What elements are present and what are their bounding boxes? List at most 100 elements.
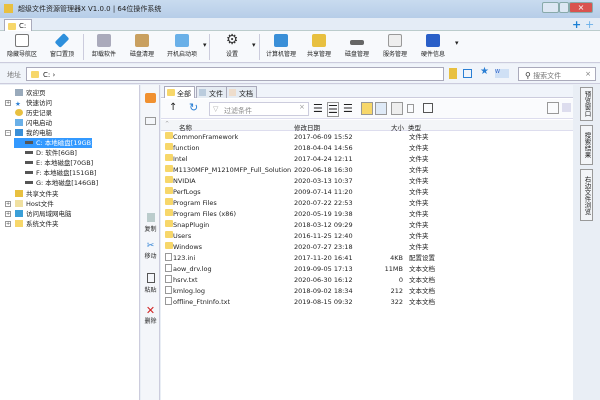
column-date[interactable]: 修改日期 xyxy=(294,122,320,132)
file-name: hsrv.txt xyxy=(173,276,198,284)
settings-button[interactable]: ⚙ 设置 xyxy=(214,32,250,62)
disk-cleanup-button[interactable]: 磁盘清理 xyxy=(124,32,160,62)
file-row[interactable]: aow_drv.log 2019-09-05 17:13 11MB 文本文档 xyxy=(161,264,573,275)
file-row[interactable]: PerfLogs 2009-07-14 11:20 文件夹 xyxy=(161,187,573,198)
uninstall-button[interactable]: 卸载软件 xyxy=(86,32,122,62)
tree-item-drive-d[interactable]: D: 软件[6GB] xyxy=(25,148,77,158)
file-row[interactable]: 123.ini 2017-11-20 16:41 4KB 配置设置 xyxy=(161,253,573,264)
folder-icon xyxy=(167,89,175,96)
file-size: 4KB xyxy=(390,254,403,262)
detail-view-icon[interactable] xyxy=(562,103,571,112)
close-button[interactable]: × xyxy=(569,2,593,13)
tab-files[interactable]: 文件 xyxy=(196,86,227,98)
tree-item-lan[interactable]: 访问局域网电脑 xyxy=(15,209,72,219)
tree-item-shared-folders[interactable]: 共享文件夹 xyxy=(15,189,59,199)
delete-button[interactable]: ✕ 删除 xyxy=(141,305,160,325)
file-row[interactable]: SnapPlugin 2018-03-12 09:29 文件夹 xyxy=(161,220,573,231)
open-external-icon[interactable] xyxy=(423,103,433,113)
add-tab-icon[interactable]: + xyxy=(572,18,581,31)
label: Host文件 xyxy=(26,200,54,208)
file-row[interactable]: Intel 2017-04-24 12:11 文件夹 xyxy=(161,154,573,165)
tree-item-drive-f[interactable]: F: 本地磁盘[151GB] xyxy=(25,168,96,178)
up-arrow-icon[interactable]: ↑ xyxy=(169,102,177,113)
tab-preview[interactable]: 预览窗口 xyxy=(580,87,593,121)
panel-toggle-icon[interactable] xyxy=(463,69,472,78)
file-row[interactable]: NVIDIA 2020-03-13 10:37 文件夹 xyxy=(161,176,573,187)
file-row[interactable]: Program Files (x86) 2020-05-19 19:38 文件夹 xyxy=(161,209,573,220)
tab-all[interactable]: 全部 xyxy=(164,86,195,98)
startup-button[interactable]: 开机启动项 xyxy=(162,32,202,62)
paste-button[interactable]: 粘贴 xyxy=(141,273,160,294)
copy-button[interactable]: 复制 xyxy=(141,213,160,233)
tree-item-flash-launch[interactable]: 闪电启动 xyxy=(15,118,52,128)
folder-icon xyxy=(165,187,173,194)
show-folders-toggle[interactable] xyxy=(361,102,373,115)
tree-item-system-folders[interactable]: 系统文件夹 xyxy=(15,219,59,229)
favorite-star-icon[interactable]: ★ xyxy=(480,66,489,77)
tree-item-drive-e[interactable]: E: 本地磁盘[70GB] xyxy=(25,158,93,168)
share-manage-button[interactable]: 共享管理 xyxy=(302,32,336,62)
tree-item-drive-g[interactable]: G: 本地磁盘[146GB] xyxy=(25,178,98,188)
word-icon[interactable]: W xyxy=(495,69,509,78)
file-row[interactable]: Users 2016-11-25 12:40 文件夹 xyxy=(161,231,573,242)
column-size[interactable]: 大小 xyxy=(391,122,404,132)
label: 历史记录 xyxy=(26,109,52,117)
disk-manage-button[interactable]: 磁盘管理 xyxy=(340,32,374,62)
file-row[interactable]: Program Files 2020-07-22 22:53 文件夹 xyxy=(161,198,573,209)
search-input[interactable]: ⚲ 搜索文件 × xyxy=(518,67,596,81)
align-left-icon[interactable]: ☰ xyxy=(313,102,323,115)
file-type: 配置设置 xyxy=(409,254,435,262)
app-logo-icon xyxy=(4,4,13,13)
tree-item-my-computer[interactable]: 我的电脑 xyxy=(15,128,52,138)
tab-documents[interactable]: 文档 xyxy=(226,86,257,98)
computer-manage-button[interactable]: 计算机管理 xyxy=(262,32,300,62)
file-row[interactable]: kmlog.log 2018-09-02 18:34 212 文本文档 xyxy=(161,286,573,297)
file-row[interactable]: CommonFramework 2017-06-09 15:52 文件夹 xyxy=(161,132,573,143)
column-type[interactable]: 类型 xyxy=(408,122,421,132)
clear-search-icon[interactable]: × xyxy=(585,70,591,78)
hide-nav-button[interactable]: 隐藏导航区 xyxy=(4,32,40,62)
dropdown-arrow-icon[interactable]: ▾ xyxy=(203,41,207,49)
file-row[interactable]: Windows 2020-07-27 23:18 文件夹 xyxy=(161,242,573,253)
screen-icon[interactable] xyxy=(145,117,156,125)
pin-window-button[interactable]: 窗口置顶 xyxy=(44,32,80,62)
file-icon xyxy=(165,297,172,305)
add-tab-alt-icon[interactable]: + xyxy=(585,18,594,31)
hidden-files-toggle[interactable] xyxy=(391,102,403,115)
file-name: NVIDIA xyxy=(173,177,196,185)
new-file-icon[interactable] xyxy=(407,104,414,113)
align-center-icon[interactable]: ☰ xyxy=(327,102,339,117)
service-manage-button[interactable]: 服务管理 xyxy=(378,32,412,62)
clear-filter-icon[interactable]: × xyxy=(299,103,305,111)
file-type: 文本文档 xyxy=(409,276,435,284)
tree-item-drive-c[interactable]: C: 本地磁盘[19GB] xyxy=(14,138,94,148)
tree-item-quick-access[interactable]: ★ 快速访问 xyxy=(15,98,52,108)
address-input[interactable]: C: › xyxy=(26,67,444,81)
column-name[interactable]: 名称 xyxy=(179,122,192,132)
refresh-icon[interactable]: ↻ xyxy=(189,101,198,114)
move-button[interactable]: ✂ 移动 xyxy=(141,241,160,260)
show-files-toggle[interactable] xyxy=(375,102,387,115)
filter-input[interactable]: ▽ 过滤条件 xyxy=(209,102,309,116)
list-view-icon[interactable] xyxy=(547,102,559,114)
tree-item-welcome[interactable]: 欢迎页 xyxy=(15,88,46,98)
new-folder-icon[interactable] xyxy=(145,93,156,103)
file-row[interactable]: M1130MFP_M1210MFP_Full_Solution 2020-06-… xyxy=(161,165,573,176)
hardware-info-button[interactable]: 硬件信息 xyxy=(416,32,450,62)
file-name: Windows xyxy=(173,243,203,251)
label: 设置 xyxy=(225,51,238,58)
tree-item-hosts[interactable]: Host文件 xyxy=(15,199,54,209)
tree-item-history[interactable]: 历史记录 xyxy=(15,108,52,118)
window-title: 超级文件资源管理器X V1.0.0 | 64位操作系统 xyxy=(18,5,162,13)
minimize-button[interactable] xyxy=(542,2,559,13)
tab-search-results[interactable]: 搜索结果 xyxy=(580,125,593,165)
maximize-button[interactable] xyxy=(559,2,569,13)
file-row[interactable]: offline_FtnInfo.txt 2019-08-15 09:32 322… xyxy=(161,297,573,308)
align-right-icon[interactable]: ☰ xyxy=(343,102,353,115)
up-folder-icon[interactable] xyxy=(449,68,457,79)
tab-right-browser[interactable]: 右边文件浏览 xyxy=(580,169,593,221)
file-row[interactable]: hsrv.txt 2020-06-30 16:12 0 文本文档 xyxy=(161,275,573,286)
dropdown-arrow-icon[interactable]: ▾ xyxy=(252,41,256,49)
file-row[interactable]: function 2018-04-04 14:56 文件夹 xyxy=(161,143,573,154)
more-icon[interactable]: ▾ xyxy=(455,39,459,47)
